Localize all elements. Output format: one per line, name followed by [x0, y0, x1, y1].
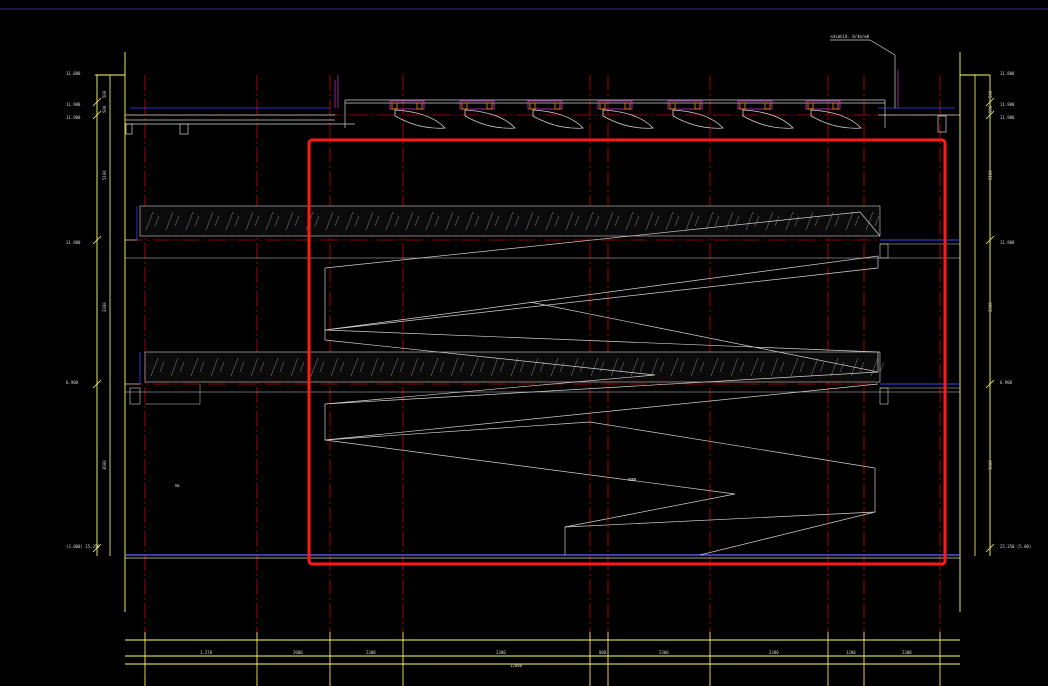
dimension-label: 500	[102, 90, 107, 98]
dimension-label: 800	[599, 650, 607, 655]
dimension-label: 3300	[988, 302, 993, 312]
dimension-label: 2300	[902, 650, 912, 655]
dimension-label: 500	[988, 90, 993, 98]
dimension-label: 3300	[102, 302, 107, 312]
dimension-label: 2300	[659, 650, 669, 655]
dimension-label: 2000	[293, 650, 303, 655]
center-note-label: ⅢⅢⅢ	[628, 477, 637, 482]
side-ticks	[92, 75, 995, 556]
level-label: 11.800	[66, 71, 81, 76]
roof-section	[125, 39, 960, 135]
dimension-label: 500	[988, 105, 993, 113]
dimension-label: 1200	[846, 650, 856, 655]
level-label: 11.900	[66, 115, 81, 120]
left-level-labels: 11.800 11.900 11.900 11.900 6.900 (3.000) 25.…	[66, 71, 100, 549]
dimension-label: 2300	[366, 650, 376, 655]
level-label: 6.900	[66, 380, 79, 385]
level-label: 6.900	[1000, 380, 1013, 385]
dimension-label: 3600	[988, 460, 993, 470]
level-axis-lines	[125, 114, 960, 385]
roof-fins	[389, 100, 862, 129]
dimension-label: 2300	[769, 650, 779, 655]
dimension-label: 5100	[102, 170, 107, 180]
top-callout-label: ভdimbl0. 0/4m/m0	[829, 34, 870, 39]
level-label: (3.000) 25.350	[66, 544, 100, 549]
right-level-labels: 11.800 11.900 11.900 11.900 6.900 25.350 (5.0…	[1000, 71, 1031, 549]
dimension-label: 3600	[102, 460, 107, 470]
floor-slab-lower	[125, 351, 960, 405]
left-note-label: Ⅱⅲ	[175, 483, 180, 488]
floor-slab-upper	[125, 205, 960, 259]
level-label: 11.900	[1000, 240, 1015, 245]
dimension-label: 2300	[496, 650, 506, 655]
cad-drawing: ভdimbl0. 0/4m/m0 ⅢⅢⅢ Ⅱⅲ 11.800 11.900 11.9…	[0, 8, 1048, 686]
dimension-label: 5100	[988, 170, 993, 180]
stair-flights	[324, 211, 881, 556]
level-label: 11.900	[66, 102, 81, 107]
level-label: 11.800	[1000, 71, 1015, 76]
level-label: 11.900	[1000, 102, 1015, 107]
level-label: 11.900	[1000, 115, 1015, 120]
bottom-dimension-labels: 1,270 2000 2300 2300 800 2300 2300 1200 2300 1200…	[200, 650, 912, 668]
level-label: 25.350 (5.00)	[1000, 544, 1031, 549]
level-label: 11.900	[66, 240, 81, 245]
right-dimension-labels: 500 500 5100 3300 3600	[988, 90, 993, 470]
dimension-label: 12000	[510, 663, 523, 668]
dimension-label: 500	[102, 105, 107, 113]
left-dimension-labels: 500 500 5100 3300 3600	[102, 90, 107, 470]
ground-line	[125, 554, 960, 559]
dimension-label: 1,270	[200, 650, 213, 655]
